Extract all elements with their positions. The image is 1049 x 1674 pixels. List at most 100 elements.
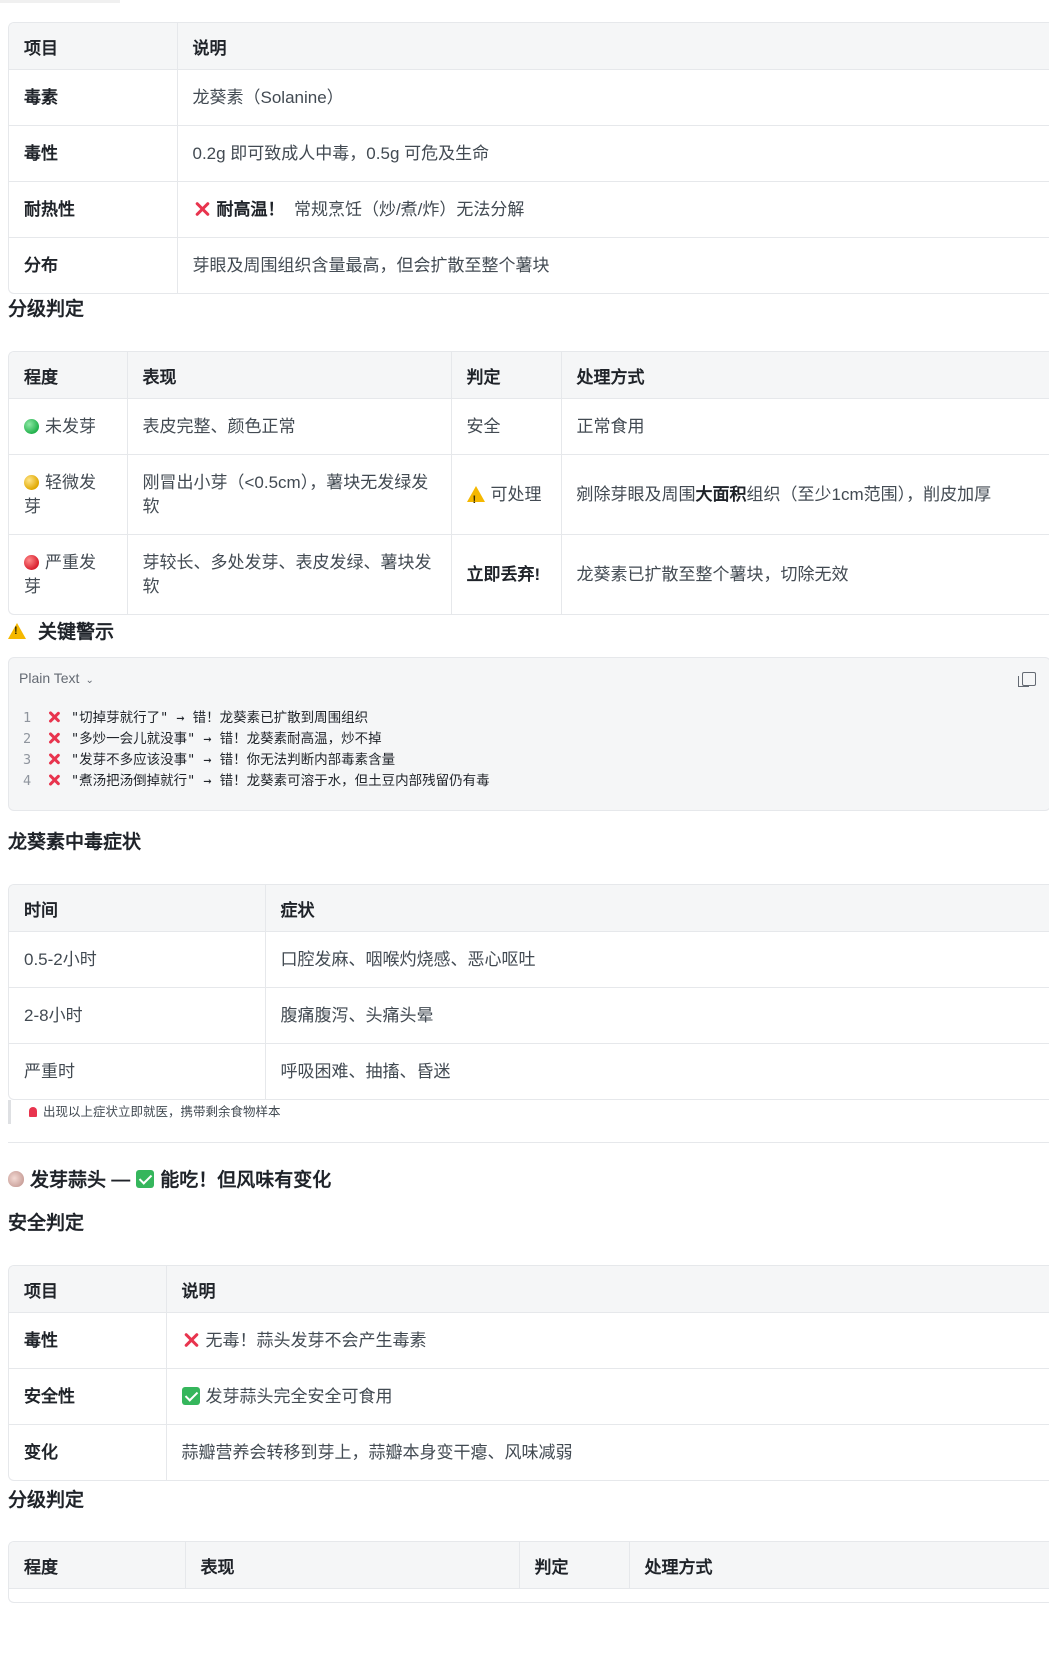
section-heading: 分级判定: [8, 294, 84, 321]
cross-mark-icon: [182, 1331, 200, 1349]
value-text: 无毒！蒜头发芽不会产生毒素: [205, 1330, 427, 1350]
table-row: 严重发芽 芽较长、多处发芽、表皮发绿、薯块发软 立即丢弃! 龙葵素已扩散至整个薯…: [9, 534, 1049, 614]
heading-text: 发芽蒜头 —: [30, 1170, 131, 1191]
row-value: 蒜瓣营养会转移到芽上，蒜瓣本身变干瘪、风味减弱: [165, 1424, 1049, 1480]
code-language-label: Plain Text: [19, 670, 80, 686]
table-row: 未发芽 表皮完整、颜色正常 安全 正常食用: [9, 398, 1049, 455]
symptom-cell: 口腔发麻、咽喉灼烧感、恶心呕吐: [264, 931, 1049, 988]
code-line: 2 "多炒一会儿就没事" → 错！龙葵素耐高温，炒不掉: [23, 729, 490, 750]
row-key: 分布: [9, 237, 177, 293]
column-header: 处理方式: [628, 1542, 1049, 1589]
heading-text: 能吃！但风味有变化: [160, 1170, 332, 1191]
code-language-selector[interactable]: Plain Text ⌄: [19, 670, 94, 686]
chevron-down-icon: ⌄: [85, 675, 94, 686]
table-row: 严重时 呼吸困难、抽搐、昏迷: [9, 1043, 1049, 1099]
heading-text: 安全判定: [8, 1213, 85, 1234]
siren-icon: [29, 1107, 37, 1117]
yellow-circle-icon: [24, 474, 39, 490]
column-header: 判定: [518, 1542, 629, 1589]
row-value: 0.2g 即可致成人中毒，0.5g 可危及生命: [176, 125, 1049, 182]
time-cell: 严重时: [9, 1043, 265, 1099]
heading-text: 关键警示: [38, 622, 115, 643]
section-heading: 安全判定: [8, 1208, 84, 1235]
code-text: "发芽不多应该没事" → 错！你无法判断内部毒素含量: [71, 752, 396, 768]
verdict-cell: 安全: [450, 398, 561, 455]
heading-text: 分级判定: [8, 299, 85, 320]
action-text: 组织（至少1cm范围），削皮加厚: [746, 484, 992, 504]
action-emphasis: 大面积: [695, 484, 747, 504]
table-row: 耐热性 耐高温！ 常规烹饪（炒/煮/炸）无法分解: [9, 181, 1049, 238]
column-header: 项目: [9, 23, 177, 70]
column-header: 说明: [176, 23, 1049, 70]
time-cell: 0.5-2小时: [24, 949, 97, 969]
row-key: 毒性: [9, 125, 177, 182]
table-header-row: 时间 症状: [9, 885, 1049, 932]
line-number: 4: [23, 773, 32, 789]
cross-mark-icon: [47, 752, 61, 766]
column-header: 时间: [9, 885, 265, 932]
table-header-row: 项目 说明: [9, 1266, 1049, 1313]
row-key: 安全性: [9, 1368, 166, 1425]
table-row: 轻微发芽 刚冒出小芽（<0.5cm），薯块无发绿发软 可处理 剜除芽眼及周围大面…: [9, 454, 1049, 535]
toxin-table: 项目 说明 毒素 龙葵素（Solanine） 毒性 0.2g 即可致成人中毒，0…: [8, 22, 1049, 294]
row-key: 毒素: [24, 87, 58, 107]
row-key: 变化: [9, 1424, 166, 1480]
check-mark-icon: [181, 1386, 200, 1405]
column-header: 项目: [9, 1266, 166, 1313]
column-header: 判定: [450, 352, 561, 399]
garlic-safety-table: 项目 说明 毒性 无毒！蒜头发芽不会产生毒素 安全性 发芽蒜头完全安全可食用 变…: [8, 1265, 1049, 1481]
copy-icon[interactable]: [1018, 672, 1036, 687]
table-row: 毒性 0.2g 即可致成人中毒，0.5g 可危及生命: [9, 125, 1049, 182]
section-heading: 发芽蒜头 — 能吃！但风味有变化: [8, 1165, 331, 1192]
green-circle-icon: [24, 418, 39, 434]
action-cell: 正常食用: [560, 398, 1049, 455]
symptom-cell: 腹痛腹泻、头痛头晕: [264, 987, 1049, 1044]
symptom-cell: 呼吸困难、抽搐、昏迷: [264, 1043, 1049, 1099]
table-row: 毒性 无毒！蒜头发芽不会产生毒素: [9, 1312, 1049, 1369]
table-row: 2-8小时 腹痛腹泻、头痛头晕: [9, 987, 1049, 1044]
sign-cell: 芽较长、多处发芽、表皮发绿、薯块发软: [126, 534, 451, 614]
table-row: 分布 芽眼及周围组织含量最高，但会扩散至整个薯块: [9, 237, 1049, 293]
row-value: 耐高温！ 常规烹饪（炒/煮/炸）无法分解: [176, 181, 1049, 238]
table-row: 毒素 龙葵素（Solanine）: [9, 69, 1049, 126]
code-text: "切掉芽就行了" → 错！龙葵素已扩散到周围组织: [71, 710, 369, 726]
cross-mark-icon: [47, 773, 61, 787]
garlic-icon: [8, 1170, 24, 1187]
grading-table: 程度 表现 判定 处理方式 未发芽 表皮完整、颜色正常 安全 正常食用 轻微发芽…: [8, 351, 1049, 615]
column-header: 表现: [126, 352, 451, 399]
table-row: 安全性 发芽蒜头完全安全可食用: [9, 1368, 1049, 1425]
column-header: 程度: [9, 1542, 185, 1589]
blockquote-note: 出现以上症状立即就医，携带剩余食物样本: [8, 1100, 281, 1124]
action-cell: 龙葵素已扩散至整个薯块，切除无效: [560, 534, 1049, 614]
level-cell: 严重发芽: [9, 534, 127, 614]
value-emphasis: 耐高温！: [216, 199, 285, 219]
sign-cell: 刚冒出小芽（<0.5cm），薯块无发绿发软: [126, 454, 451, 535]
warning-icon: [466, 485, 485, 512]
sign-cell: 表皮完整、颜色正常: [126, 398, 451, 455]
symptoms-table: 时间 症状 0.5-2小时 口腔发麻、咽喉灼烧感、恶心呕吐 2-8小时 腹痛腹泻…: [8, 884, 1049, 1100]
table-header-row: 程度 表现 判定 处理方式: [9, 1542, 1049, 1589]
check-mark-icon: [136, 1169, 155, 1188]
level-text: 未发芽: [45, 416, 96, 436]
code-block: Plain Text ⌄ 1 "切掉芽就行了" → 错！龙葵素已扩散到周围组织 2 "…: [8, 657, 1049, 811]
cross-mark-icon: [193, 200, 211, 218]
column-header: 表现: [184, 1542, 519, 1589]
section-heading: 龙葵素中毒症状: [8, 827, 141, 854]
garlic-grading-table: 程度 表现 判定 处理方式: [8, 1541, 1049, 1603]
verdict-cell: 立即丢弃!: [450, 534, 561, 614]
row-value: 芽眼及周围组织含量最高，但会扩散至整个薯块: [176, 237, 1049, 293]
code-lines: 1 "切掉芽就行了" → 错！龙葵素已扩散到周围组织 2 "多炒一会儿就没事" → …: [23, 708, 490, 792]
level-cell: 轻微发芽: [9, 454, 127, 535]
code-line: 4 "煮汤把汤倒掉就行" → 错！龙葵素可溶于水，但土豆内部残留仍有毒: [23, 771, 490, 792]
heading-text: 分级判定: [8, 1490, 85, 1511]
section-heading: 关键警示: [8, 617, 114, 644]
value-text: 发芽蒜头完全安全可食用: [205, 1386, 393, 1406]
column-header: 处理方式: [560, 352, 1049, 399]
verdict-text: 可处理: [490, 484, 542, 504]
cross-mark-icon: [47, 731, 61, 745]
verdict-cell: 可处理: [450, 454, 561, 535]
column-header: 症状: [264, 885, 1049, 932]
action-text: 剜除芽眼及周围: [576, 484, 696, 504]
table-row: 变化 蒜瓣营养会转移到芽上，蒜瓣本身变干瘪、风味减弱: [9, 1424, 1049, 1480]
row-key: 耐热性: [9, 181, 177, 238]
